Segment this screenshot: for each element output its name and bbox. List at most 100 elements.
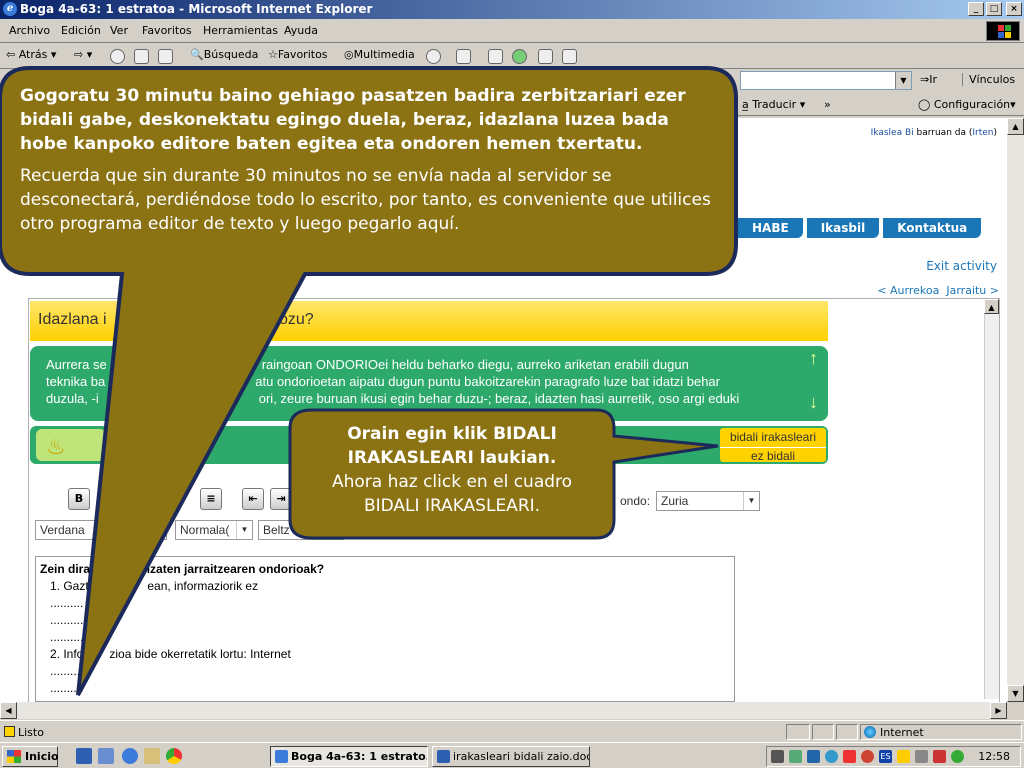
config-button[interactable]: ◯ Configuración▾ [918, 98, 1016, 111]
bold-button[interactable]: B [68, 488, 90, 510]
ie-quick-icon[interactable] [122, 748, 138, 764]
app-tray-icon[interactable] [861, 750, 874, 763]
print-icon[interactable] [488, 49, 503, 64]
menu-ayuda[interactable]: Ayuda [284, 24, 318, 37]
windows-logo-icon [986, 21, 1020, 41]
user-name: Ikaslea Bi [870, 128, 914, 138]
scroll-up-icon[interactable]: ▲ [1007, 118, 1024, 135]
menu-herramientas[interactable]: Herramientas [203, 24, 278, 37]
page-icon [4, 726, 15, 737]
nav-ikasbil[interactable]: Ikasbil [806, 218, 880, 238]
task-ie-window[interactable]: Boga 4a-63: 1 estrato... [270, 746, 428, 767]
media-player-icon[interactable] [166, 748, 182, 764]
standard-toolbar: ⇦ Atrás ▾ ⇨ ▾ 🔍Búsqueda ☆Favoritos ◎Mult… [0, 44, 1024, 69]
security-tray-icon[interactable] [933, 750, 946, 763]
maximize-button[interactable]: □ [986, 2, 1002, 16]
dont-send-button[interactable]: ez bidali [720, 447, 826, 463]
refresh-icon[interactable] [134, 49, 149, 64]
discuss-icon[interactable] [562, 49, 577, 64]
status-text: Listo [18, 726, 44, 739]
translate-button[interactable]: a̲ Traducir ▾ [742, 98, 805, 111]
menu-edicion[interactable]: Edición [61, 24, 101, 37]
media-button[interactable]: ◎Multimedia [344, 48, 415, 61]
security-zone: Internet [880, 726, 924, 739]
indent-button[interactable]: ⇥ [270, 488, 292, 510]
instruction-callout: Orain egin klik BIDALI IRAKASLEARI lauki… [331, 424, 573, 516]
color-select[interactable]: Beltz ▼ [258, 520, 344, 540]
pager: < Aurrekoa Jarraitu > [877, 284, 999, 297]
nav-kontaktua[interactable]: Kontaktua [883, 218, 982, 238]
antivirus-icon[interactable] [843, 750, 856, 763]
forward-button[interactable]: ⇨ ▾ [74, 48, 92, 61]
speaker-icon[interactable] [915, 750, 928, 763]
language-es-icon[interactable]: ES [879, 750, 892, 763]
mail-icon[interactable] [456, 49, 471, 64]
nav-habe[interactable]: HABE [738, 218, 803, 238]
exit-activity-link[interactable]: Exit activity [926, 259, 997, 273]
stop-icon[interactable] [110, 49, 125, 64]
send-to-teacher-button[interactable]: bidali irakasleari [720, 430, 826, 444]
outdent-button[interactable]: ⇤ [242, 488, 264, 510]
search-button[interactable]: 🔍Búsqueda [190, 48, 258, 61]
inner-scroll-up-icon[interactable]: ▲ [984, 299, 999, 314]
horizontal-scrollbar[interactable]: ◀ ▶ [0, 702, 1007, 719]
clock: 12:58 [978, 750, 1010, 763]
scroll-up-arrow-icon[interactable]: ↑ [809, 349, 818, 367]
network-icon[interactable] [789, 750, 802, 763]
go-button[interactable]: ⇒Ir [920, 73, 937, 86]
scroll-left-icon[interactable]: ◀ [0, 702, 17, 719]
background-select[interactable]: Zuria ▼ [656, 491, 760, 511]
desktop-icon[interactable] [144, 748, 160, 764]
outlook-icon[interactable] [98, 748, 114, 764]
address-dropdown-icon[interactable]: ▼ [895, 72, 911, 89]
lamp-icon: ♨ [36, 429, 106, 461]
start-button[interactable]: Inicio [2, 746, 59, 767]
favorites-button[interactable]: ☆Favoritos [268, 48, 328, 61]
monitor-icon[interactable] [807, 750, 820, 763]
volume-icon[interactable] [771, 750, 784, 763]
back-button[interactable]: ⇦ Atrás ▾ [6, 48, 56, 61]
internet-zone-icon [864, 726, 876, 738]
warning-basque: Gogoratu 30 minutu baino gehiago pasatze… [20, 86, 686, 154]
justify-button[interactable]: ≡ [200, 488, 222, 510]
activity-header: Idazlana i diozu? [30, 301, 828, 341]
ie-tray-icon[interactable] [825, 750, 838, 763]
warning-spanish: Recuerda que sin durante 30 minutos no s… [20, 166, 711, 234]
scroll-down-arrow-icon[interactable]: ↓ [809, 393, 818, 411]
status-bar: Listo Internet [0, 720, 1024, 742]
instructions-box: Aurrera se raingoan ONDORIOei heldu behar… [30, 346, 828, 421]
menu-favoritos[interactable]: Favoritos [142, 24, 192, 37]
links-button[interactable]: Vínculos [962, 73, 1015, 86]
logout-link[interactable]: Irten [972, 128, 993, 138]
size-select[interactable]: Normala(▼ [175, 520, 253, 540]
address-input[interactable]: ▼ [740, 71, 912, 90]
check-tray-icon[interactable] [951, 750, 964, 763]
more-chevron-icon[interactable]: » [824, 98, 831, 111]
user-status: Ikaslea Bi barruan da (Irten) [870, 128, 997, 138]
vertical-scrollbar[interactable]: ▲ ▼ [1007, 118, 1024, 702]
scroll-right-icon[interactable]: ▶ [990, 702, 1007, 719]
window-title: Boga 4a-63: 1 estratoa - Microsoft Inter… [20, 2, 373, 16]
prev-link[interactable]: < Aurrekoa [877, 284, 939, 297]
edit-icon[interactable] [538, 49, 553, 64]
scroll-down-icon[interactable]: ▼ [1007, 685, 1024, 702]
messenger-icon[interactable] [512, 49, 527, 64]
system-tray: ES 12:58 [766, 746, 1021, 767]
history-icon[interactable] [426, 49, 441, 64]
home-icon[interactable] [158, 49, 173, 64]
messenger-tray-icon[interactable] [897, 750, 910, 763]
next-link[interactable]: Jarraitu > [946, 284, 999, 297]
background-label: ondo: [620, 494, 651, 508]
ie-icon: e [3, 2, 17, 16]
send-button-group: bidali irakasleari ez bidali [720, 428, 826, 463]
inner-scrollbar[interactable]: ▲ [984, 299, 999, 699]
menu-ver[interactable]: Ver [110, 24, 128, 37]
menu-bar: Archivo Edición Ver Favoritos Herramient… [0, 19, 1024, 43]
essay-editor[interactable]: Zein dira s bua izaten jarraitzearen ondo… [35, 556, 735, 702]
word-icon[interactable] [76, 748, 92, 764]
font-select[interactable]: Verdana ▼ [35, 520, 167, 540]
task-word-doc[interactable]: irakasleari bidali zaio.doc ... [432, 746, 590, 767]
minimize-button[interactable]: _ [968, 2, 984, 16]
menu-archivo[interactable]: Archivo [9, 24, 50, 37]
close-button[interactable]: × [1006, 2, 1022, 16]
